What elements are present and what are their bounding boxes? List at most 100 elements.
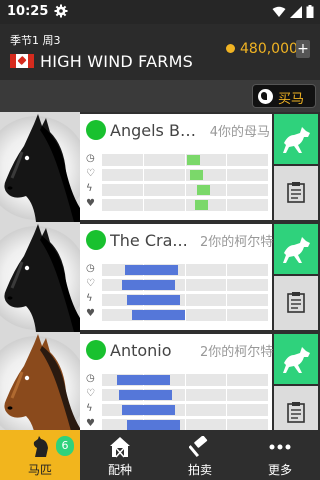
more-dots-icon bbox=[269, 444, 291, 450]
money-balance: 480,000 bbox=[240, 41, 298, 57]
stat-bar-track bbox=[102, 309, 268, 321]
stat-row: ♡ bbox=[84, 167, 270, 182]
gavel-icon bbox=[189, 436, 208, 458]
stat-bar-fill bbox=[195, 200, 208, 210]
horse-name: Angels Br... bbox=[110, 121, 200, 140]
horse-details-button[interactable] bbox=[274, 166, 318, 220]
race-button[interactable] bbox=[274, 334, 318, 384]
wifi-icon bbox=[272, 6, 286, 17]
nav-horses[interactable]: 6 马匹 bbox=[0, 430, 80, 480]
stat-bar-fill bbox=[122, 280, 175, 290]
stat-bar-track bbox=[102, 294, 268, 306]
stat-bar-fill bbox=[127, 295, 180, 305]
stat-bar-track bbox=[102, 279, 268, 291]
nav-label: 配种 bbox=[107, 463, 132, 477]
buy-horse-button[interactable]: 买马 bbox=[252, 84, 316, 108]
stat-bar-track bbox=[102, 169, 268, 181]
app-screen: 10:25 季节1 周3 HIGH WIND FARMS 480,000 + 买… bbox=[0, 0, 320, 480]
horse-name: Antonio bbox=[110, 341, 172, 360]
gear-icon bbox=[54, 4, 68, 18]
horse-details-button[interactable] bbox=[274, 276, 318, 330]
signal-icon bbox=[290, 5, 302, 18]
coin-icon bbox=[226, 44, 235, 53]
season-week-label: 季节1 周3 bbox=[10, 34, 61, 47]
stat-bar-track bbox=[102, 419, 268, 430]
lightning-icon: ϟ bbox=[86, 403, 93, 414]
horse-details-button[interactable] bbox=[274, 386, 318, 430]
stat-bar-track bbox=[102, 154, 268, 166]
nav-label: 更多 bbox=[267, 463, 292, 477]
horse-portrait[interactable] bbox=[0, 332, 80, 430]
horse-stats: ◷ ♡ ϟ ♥ bbox=[84, 262, 270, 322]
horse-age-gender: 2你的柯尔特 bbox=[200, 235, 274, 250]
horse-head-icon bbox=[258, 89, 273, 104]
barn-icon bbox=[110, 437, 130, 458]
race-button[interactable] bbox=[274, 114, 318, 164]
clipboard-icon bbox=[287, 292, 305, 313]
stat-bar-fill bbox=[122, 405, 175, 415]
stat-bar-fill bbox=[119, 390, 172, 400]
stat-bar-fill bbox=[190, 170, 203, 180]
heart-rate-icon: ♡ bbox=[86, 388, 95, 399]
horse-age-gender: 4你的母马 bbox=[209, 125, 270, 140]
horse-portrait[interactable] bbox=[0, 222, 80, 332]
clock-icon: ◷ bbox=[86, 373, 95, 384]
heart-icon: ♥ bbox=[86, 198, 95, 209]
stat-row: ♥ bbox=[84, 417, 270, 430]
status-bar: 10:25 bbox=[0, 0, 320, 24]
status-time: 10:25 bbox=[7, 4, 49, 19]
race-button[interactable] bbox=[274, 224, 318, 274]
horse-head-icon bbox=[33, 436, 48, 457]
nav-auction[interactable]: 拍卖 bbox=[160, 430, 240, 480]
status-dot bbox=[86, 120, 106, 140]
stat-row: ♥ bbox=[84, 307, 270, 322]
lightning-icon: ϟ bbox=[86, 293, 93, 304]
horse-card[interactable]: Antonio 2你的柯尔特 ◷ ♡ ϟ ♥ bbox=[0, 332, 320, 430]
running-horse-icon bbox=[283, 237, 310, 263]
heart-icon: ♥ bbox=[86, 308, 95, 319]
lightning-icon: ϟ bbox=[86, 183, 93, 194]
stat-row: ◷ bbox=[84, 152, 270, 167]
horse-portrait[interactable] bbox=[0, 112, 80, 222]
horse-actions bbox=[272, 112, 320, 222]
horse-count-badge: 6 bbox=[56, 436, 74, 456]
stat-row: ϟ bbox=[84, 182, 270, 197]
battery-icon bbox=[306, 5, 314, 18]
bottom-nav: 6 马匹 配种 拍卖 更多 bbox=[0, 430, 320, 480]
add-money-button[interactable]: + bbox=[296, 40, 310, 58]
buy-horse-label: 买马 bbox=[278, 92, 305, 107]
horse-info[interactable]: Angels Br... 4你的母马 ◷ ♡ ϟ ♥ bbox=[80, 114, 272, 220]
horse-actions bbox=[272, 222, 320, 332]
stat-bar-track bbox=[102, 389, 268, 401]
farm-header: 季节1 周3 HIGH WIND FARMS 480,000 + bbox=[0, 24, 320, 80]
heart-icon: ♥ bbox=[86, 418, 95, 429]
status-dot bbox=[86, 340, 106, 360]
horse-stats: ◷ ♡ ϟ ♥ bbox=[84, 152, 270, 212]
stat-bar-fill bbox=[197, 185, 210, 195]
horse-actions bbox=[272, 332, 320, 430]
heart-rate-icon: ♡ bbox=[86, 278, 95, 289]
stat-bar-track bbox=[102, 374, 268, 386]
clipboard-icon bbox=[287, 402, 305, 423]
horse-name: The Cra... bbox=[110, 231, 188, 250]
nav-breeding[interactable]: 配种 bbox=[80, 430, 160, 480]
canada-flag-icon bbox=[10, 54, 34, 68]
stat-bar-track bbox=[102, 264, 268, 276]
horse-stats: ◷ ♡ ϟ ♥ bbox=[84, 372, 270, 430]
stat-bar-track bbox=[102, 184, 268, 196]
stat-bar-fill bbox=[127, 420, 180, 430]
horse-info[interactable]: The Cra... 2你的柯尔特 ◷ ♡ ϟ ♥ bbox=[80, 224, 274, 330]
stat-row: ϟ bbox=[84, 292, 270, 307]
running-horse-icon bbox=[283, 347, 310, 373]
horse-card[interactable]: The Cra... 2你的柯尔特 ◷ ♡ ϟ ♥ bbox=[0, 222, 320, 332]
status-dot bbox=[86, 230, 106, 250]
stat-bar-fill bbox=[187, 155, 200, 165]
horse-info[interactable]: Antonio 2你的柯尔特 ◷ ♡ ϟ ♥ bbox=[80, 334, 273, 430]
nav-more[interactable]: 更多 bbox=[240, 430, 320, 480]
stat-row: ♡ bbox=[84, 387, 270, 402]
clipboard-icon bbox=[287, 182, 305, 203]
nav-label: 马匹 bbox=[27, 463, 52, 477]
stat-row: ϟ bbox=[84, 402, 270, 417]
horse-list[interactable]: Angels Br... 4你的母马 ◷ ♡ ϟ ♥ The Cra... 2你的柯尔特 ◷ ♡ ϟ… bbox=[0, 112, 320, 430]
horse-card[interactable]: Angels Br... 4你的母马 ◷ ♡ ϟ ♥ bbox=[0, 112, 320, 222]
